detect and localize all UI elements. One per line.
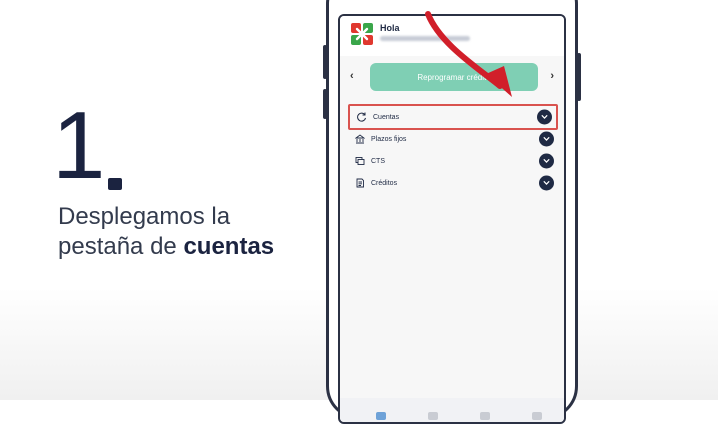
carousel-next-icon[interactable]: › [550,70,554,82]
tab-menu-icon[interactable] [532,412,542,420]
accordion-item-cuentas[interactable]: Cuentas [348,104,558,130]
accordion-item-label: Cuentas [373,113,400,121]
accordion-item-label: CTS [371,157,385,165]
chevron-down-icon[interactable] [537,109,552,125]
accordion-item-plazos-fijos[interactable]: Plazos fijos [348,128,558,150]
phone-volume-up-button [323,45,327,79]
step-number-dot [108,178,122,190]
instruction-keyword: cuentas [183,233,275,260]
accordion-item-label: Plazos fijos [371,135,407,143]
cards-icon [354,156,365,167]
chevron-down-icon[interactable] [539,175,554,191]
instruction-line-2-prefix: pestaña de [58,233,184,260]
instruction-line-1: Desplegamos la [58,203,231,230]
blurred-user-info [380,36,470,41]
instruction-line-2: pestaña de cuentas [58,232,298,262]
step-instruction: Desplegamos la pestaña de cuentas [58,202,298,262]
promo-button[interactable]: Reprogramar crédito [370,63,538,91]
accordion-item-cts[interactable]: CTS [348,150,558,172]
phone-power-button [577,53,581,101]
document-icon [354,178,365,189]
accounts-accordion: Cuentas Plazos fijos CTS Créditos [348,104,558,194]
phone-screen: Hola ‹ Reprogramar crédito › Cuentas Pla… [338,14,566,424]
tab-home-icon[interactable] [376,412,386,420]
phone-frame: Hola ‹ Reprogramar crédito › Cuentas Pla… [323,0,581,424]
tab-payments-icon[interactable] [480,412,490,420]
bottom-tab-bar [340,398,564,422]
chevron-down-icon[interactable] [539,153,554,169]
greeting-text: Hola [380,23,400,33]
promo-carousel: ‹ Reprogramar crédito › [340,60,564,94]
refresh-icon [356,112,367,123]
accordion-item-creditos[interactable]: Créditos [348,172,558,194]
step-number: 1 [52,92,105,199]
bank-icon [354,134,365,145]
bank-logo-icon [351,23,373,45]
phone-volume-down-button [323,89,327,119]
chevron-down-icon[interactable] [539,131,554,147]
carousel-prev-icon[interactable]: ‹ [350,70,354,82]
app-header: Hola [340,16,564,56]
accordion-item-label: Créditos [371,179,398,187]
tab-transfers-icon[interactable] [428,412,438,420]
